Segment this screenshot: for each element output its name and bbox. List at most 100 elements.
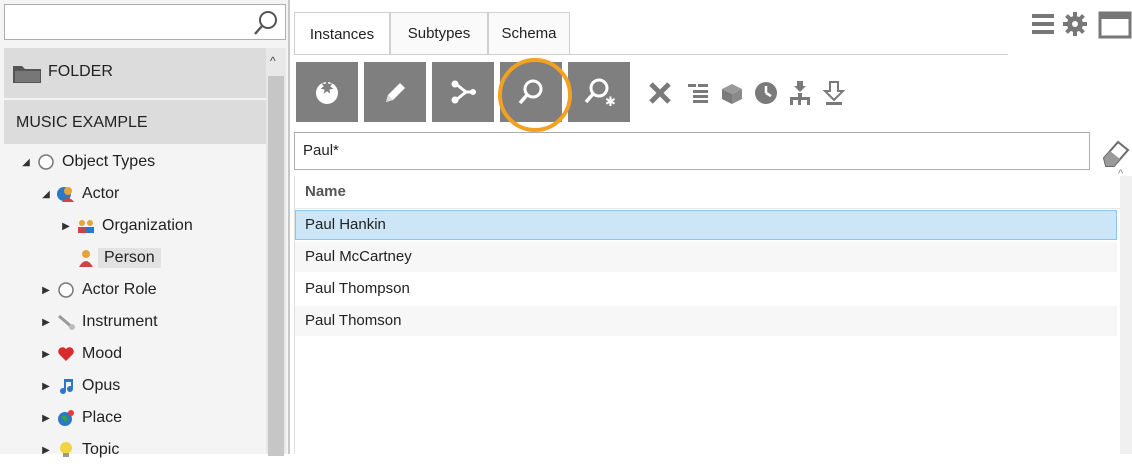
music-example-row[interactable]: MUSIC EXAMPLE [4, 100, 266, 144]
music-note-icon [56, 376, 76, 396]
folder-icon [13, 66, 41, 83]
tree-item-label: Person [98, 248, 161, 268]
tree-item-place[interactable]: ▶ Place [40, 404, 122, 432]
edit-icon [386, 83, 405, 102]
results-scrollbar[interactable] [1120, 176, 1132, 454]
expand-arrow-icon[interactable]: ▶ [40, 317, 52, 328]
table-row[interactable]: Paul Thompson [295, 274, 1117, 304]
instance-search-box[interactable] [294, 132, 1091, 170]
list-button[interactable] [682, 78, 714, 108]
left-search-input[interactable] [5, 5, 261, 37]
expand-arrow-icon[interactable]: ▶ [40, 413, 52, 424]
music-example-label: MUSIC EXAMPLE [16, 114, 148, 131]
folder-row[interactable]: FOLDER [4, 48, 266, 98]
tree-item-label: Organization [102, 217, 193, 234]
table-row[interactable]: Paul Thomson [295, 306, 1117, 336]
graph-icon [451, 80, 476, 104]
tree-item-actor-role[interactable]: ▶ Actor Role [40, 276, 157, 304]
row-name: Paul Thomson [305, 312, 402, 329]
graph-button[interactable] [432, 62, 494, 122]
hierarchy-import-icon [790, 81, 810, 105]
search-icon[interactable] [253, 10, 279, 36]
tab-subtypes-label: Subtypes [407, 25, 471, 42]
svg-text:✱: ✱ [605, 95, 615, 107]
name-column-header[interactable]: Name [295, 176, 1121, 209]
hierarchy-import-button[interactable] [784, 78, 816, 108]
gear-icon[interactable] [1063, 12, 1087, 36]
tree-item-instrument[interactable]: ▶ Instrument [40, 308, 158, 336]
clock-icon [755, 82, 777, 104]
tab-schema-label: Schema [501, 25, 557, 42]
table-row[interactable]: Paul Hankin [295, 210, 1117, 240]
name-column-label: Name [305, 183, 346, 200]
actor-icon [56, 184, 76, 204]
expand-arrow-icon[interactable]: ▶ [60, 221, 72, 232]
edit-button[interactable] [364, 62, 426, 122]
tree-item-label: Place [82, 409, 123, 426]
window-icon[interactable] [1098, 11, 1132, 39]
organization-icon [76, 216, 96, 236]
results-table: Name Paul Hankin Paul McCartney Paul Tho… [294, 176, 1121, 454]
expand-arrow-icon[interactable]: ▶ [40, 285, 52, 296]
tab-instances-label: Instances [309, 25, 375, 43]
menu-icon[interactable] [1032, 14, 1054, 34]
circle-icon [36, 152, 56, 172]
left-panel: FOLDER MUSIC EXAMPLE ◢ Object Types ◢ Actor… [0, 0, 288, 458]
advanced-search-button[interactable]: ✱ [568, 62, 630, 122]
export-button[interactable] [818, 78, 850, 108]
expand-arrow-icon[interactable]: ▶ [40, 349, 52, 360]
tree-item-organization[interactable]: ▶ Organization [60, 212, 193, 240]
tree-item-label: Actor Role [82, 281, 157, 298]
eraser-icon[interactable] [1096, 132, 1132, 168]
panel-divider[interactable] [288, 0, 290, 454]
row-name: Paul Hankin [305, 216, 386, 233]
export-icon [822, 81, 846, 105]
row-name: Paul Thompson [305, 280, 410, 297]
collapse-arrow-icon[interactable]: ◢ [20, 157, 32, 168]
tree-item-topic[interactable]: ▶ Topic [40, 436, 119, 464]
tree-item-object-types[interactable]: ◢ Object Types [20, 148, 155, 176]
left-search-box[interactable] [4, 4, 286, 40]
left-scrollbar[interactable]: ^ [266, 48, 286, 456]
package-button[interactable] [716, 78, 748, 108]
tab-schema[interactable]: Schema [488, 12, 570, 54]
list-icon [688, 84, 708, 103]
tree-item-actor[interactable]: ◢ Actor [40, 180, 119, 208]
heart-icon [56, 344, 76, 364]
tab-subtypes[interactable]: Subtypes [390, 12, 488, 54]
globe-icon [56, 408, 76, 428]
delete-icon [649, 82, 671, 104]
tree-item-label: Object Types [62, 153, 156, 170]
instance-search-input[interactable] [295, 133, 1091, 167]
scroll-up-icon[interactable]: ^ [1118, 168, 1123, 180]
tree-item-mood[interactable]: ▶ Mood [40, 340, 122, 368]
tabs-baseline [294, 54, 1008, 55]
expand-arrow-icon[interactable]: ▶ [40, 381, 52, 392]
folder-label: FOLDER [48, 63, 113, 80]
new-instance-icon [316, 80, 338, 104]
new-instance-button[interactable] [296, 62, 358, 122]
tree-item-label: Topic [82, 441, 120, 458]
tree-item-label: Instrument [82, 313, 158, 330]
tree-item-person[interactable]: Person [60, 244, 161, 272]
scroll-up-icon[interactable]: ^ [270, 54, 276, 68]
collapse-arrow-icon[interactable]: ◢ [40, 189, 52, 200]
circle-icon [56, 280, 76, 300]
scroll-thumb[interactable] [268, 76, 284, 456]
tree-item-label: Mood [82, 345, 123, 362]
tab-instances[interactable]: Instances [294, 12, 390, 55]
tree-item-opus[interactable]: ▶ Opus [40, 372, 120, 400]
table-row[interactable]: Paul McCartney [295, 242, 1117, 272]
search-advanced-icon: ✱ [584, 78, 615, 107]
tree-item-label: Actor [82, 185, 120, 202]
clock-button[interactable] [750, 78, 782, 108]
highlight-ring [498, 58, 572, 132]
top-right-icons [1030, 6, 1132, 46]
tree-item-label: Opus [82, 377, 121, 394]
package-icon [722, 84, 742, 104]
person-icon [76, 248, 96, 268]
delete-button[interactable] [644, 78, 676, 108]
lightbulb-icon [56, 440, 76, 460]
instrument-icon [56, 312, 76, 332]
row-name: Paul McCartney [305, 248, 412, 265]
